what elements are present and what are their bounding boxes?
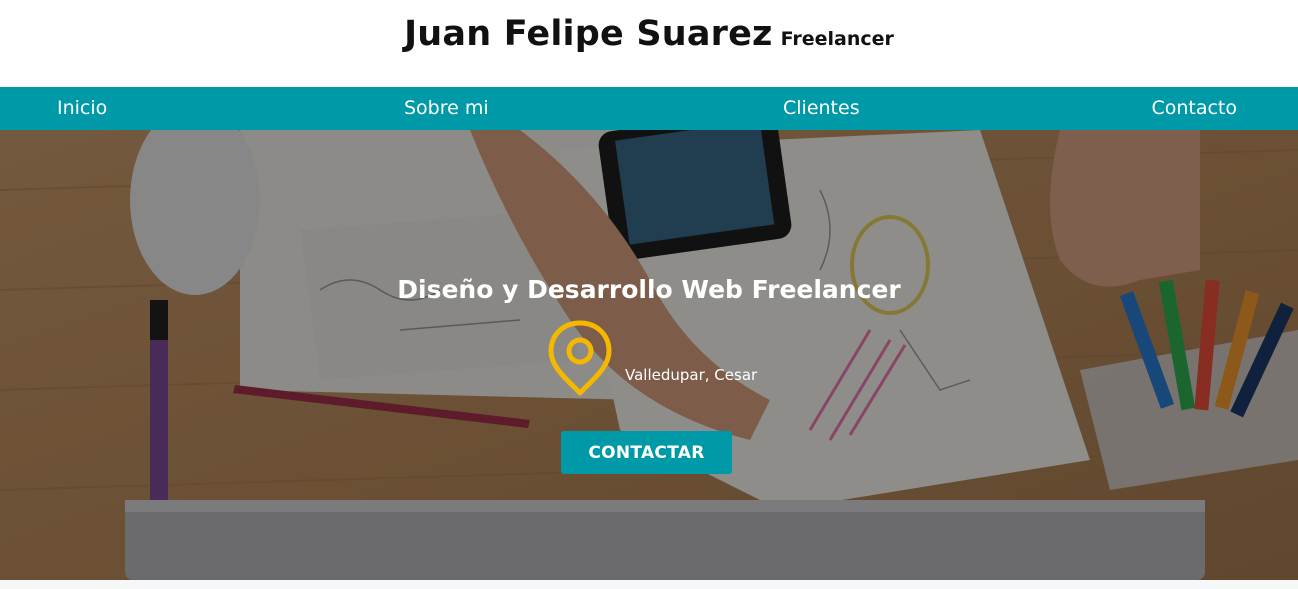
brand: Juan Felipe Suarez Freelancer xyxy=(0,14,1298,54)
hero-overlay xyxy=(0,130,1298,580)
main-nav: Inicio Sobre mi Clientes Contacto xyxy=(0,87,1298,130)
brand-role: Freelancer xyxy=(780,28,894,50)
location-pin-icon xyxy=(548,320,612,396)
nav-item-inicio[interactable]: Inicio xyxy=(57,87,107,130)
hero-section: Diseño y Desarrollo Web Freelancer Valle… xyxy=(0,130,1298,580)
nav-item-clientes[interactable]: Clientes xyxy=(783,87,860,130)
brand-name: Juan Felipe Suarez xyxy=(404,14,773,54)
contact-button[interactable]: CONTACTAR xyxy=(561,431,732,474)
hero-title: Diseño y Desarrollo Web Freelancer xyxy=(397,274,901,304)
location-text: Valledupar, Cesar xyxy=(625,366,758,384)
site-header: Juan Felipe Suarez Freelancer xyxy=(0,0,1298,87)
nav-item-contacto[interactable]: Contacto xyxy=(1151,87,1237,130)
page-bottom-strip xyxy=(0,580,1298,589)
nav-item-sobre-mi[interactable]: Sobre mi xyxy=(404,87,489,130)
